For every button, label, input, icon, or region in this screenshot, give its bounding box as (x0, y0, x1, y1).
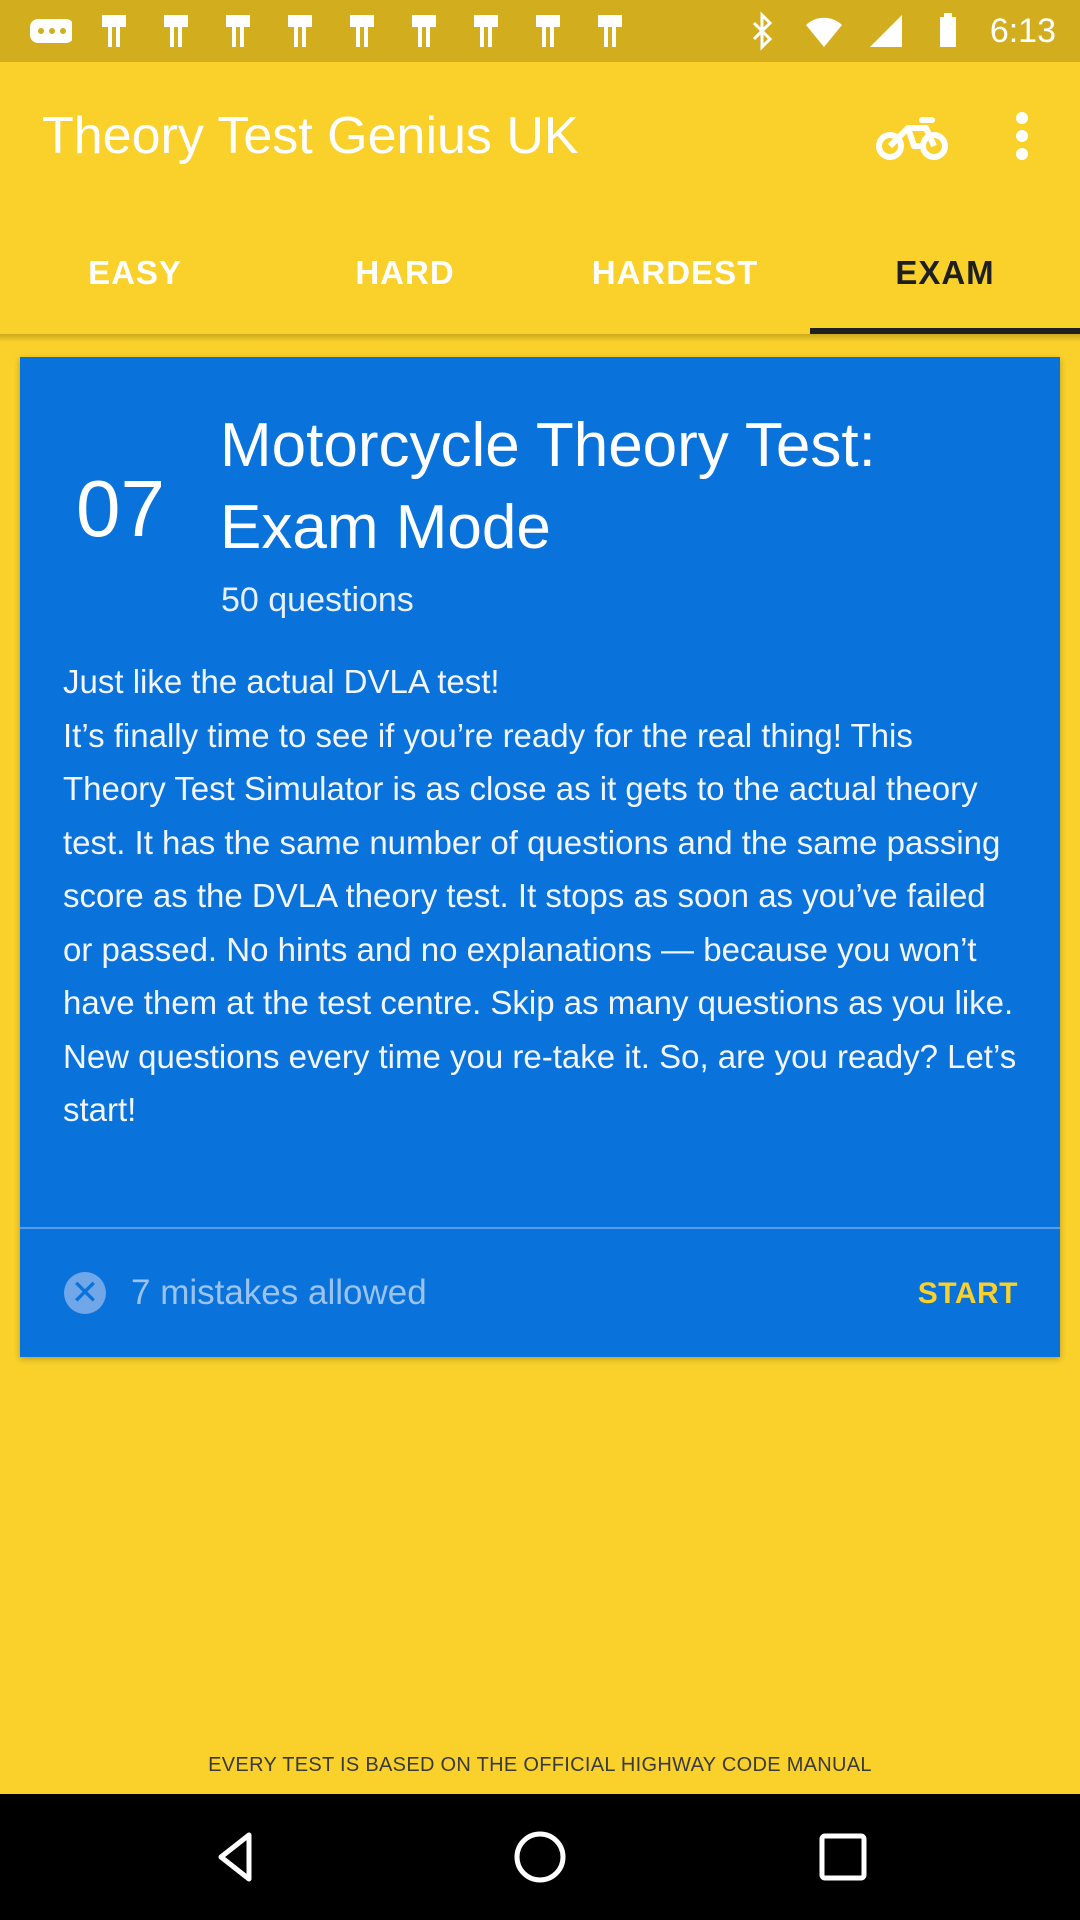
test-description: Just like the actual DVLA test! It’s fin… (63, 663, 1017, 1128)
status-time: 6:13 (989, 11, 1056, 50)
tab-hard[interactable]: HARD (270, 212, 540, 334)
app-bar: Theory Test Genius UK (0, 62, 1080, 212)
test-title: Motorcycle Theory Test: Exam Mode (220, 411, 876, 562)
mistakes-allowed: 7 mistakes allowed (131, 1273, 427, 1312)
tab-easy[interactable]: EASY (0, 212, 270, 334)
notification-icon (288, 15, 312, 47)
tab-bar: EASY HARD HARDEST EXAM (0, 212, 1080, 334)
home-icon[interactable] (510, 1827, 570, 1887)
question-count: 50 questions (221, 581, 414, 619)
card-footer: ✕ 7 mistakes allowed START (20, 1229, 1060, 1357)
bluetooth-icon (752, 11, 772, 51)
motorcycle-icon[interactable] (874, 108, 950, 168)
status-notifications (24, 0, 630, 62)
test-number: 07 (76, 464, 165, 553)
notification-icon (102, 15, 126, 47)
app-title: Theory Test Genius UK (42, 107, 579, 165)
notification-icon (164, 15, 188, 47)
notification-icon (536, 15, 560, 47)
footer-note: EVERY TEST IS BASED ON THE OFFICIAL HIGH… (208, 1754, 872, 1776)
tab-hardest[interactable]: HARDEST (540, 212, 810, 334)
close-circle-icon: ✕ (64, 1272, 106, 1314)
notification-icon (412, 15, 436, 47)
battery-icon (939, 13, 956, 47)
start-button[interactable]: START (918, 1277, 1018, 1311)
notification-icon (474, 15, 498, 47)
notification-icon (350, 15, 374, 47)
wifi-icon (805, 17, 842, 47)
tab-exam[interactable]: EXAM (810, 212, 1080, 334)
status-system-icons: 6:13 (742, 0, 1056, 62)
back-icon[interactable] (207, 1827, 267, 1887)
recents-icon[interactable] (813, 1827, 873, 1887)
notification-icon (226, 15, 250, 47)
notification-icon (598, 15, 622, 47)
tab-bar-shadow (0, 334, 1080, 342)
signal-icon (869, 15, 902, 47)
message-icon (30, 19, 72, 43)
more-vert-icon[interactable] (1000, 104, 1044, 168)
status-bar: 6:13 (0, 0, 1080, 62)
system-nav-bar (0, 1794, 1080, 1920)
exam-card[interactable]: 07 Motorcycle Theory Test: Exam Mode 50 … (20, 357, 1060, 1357)
